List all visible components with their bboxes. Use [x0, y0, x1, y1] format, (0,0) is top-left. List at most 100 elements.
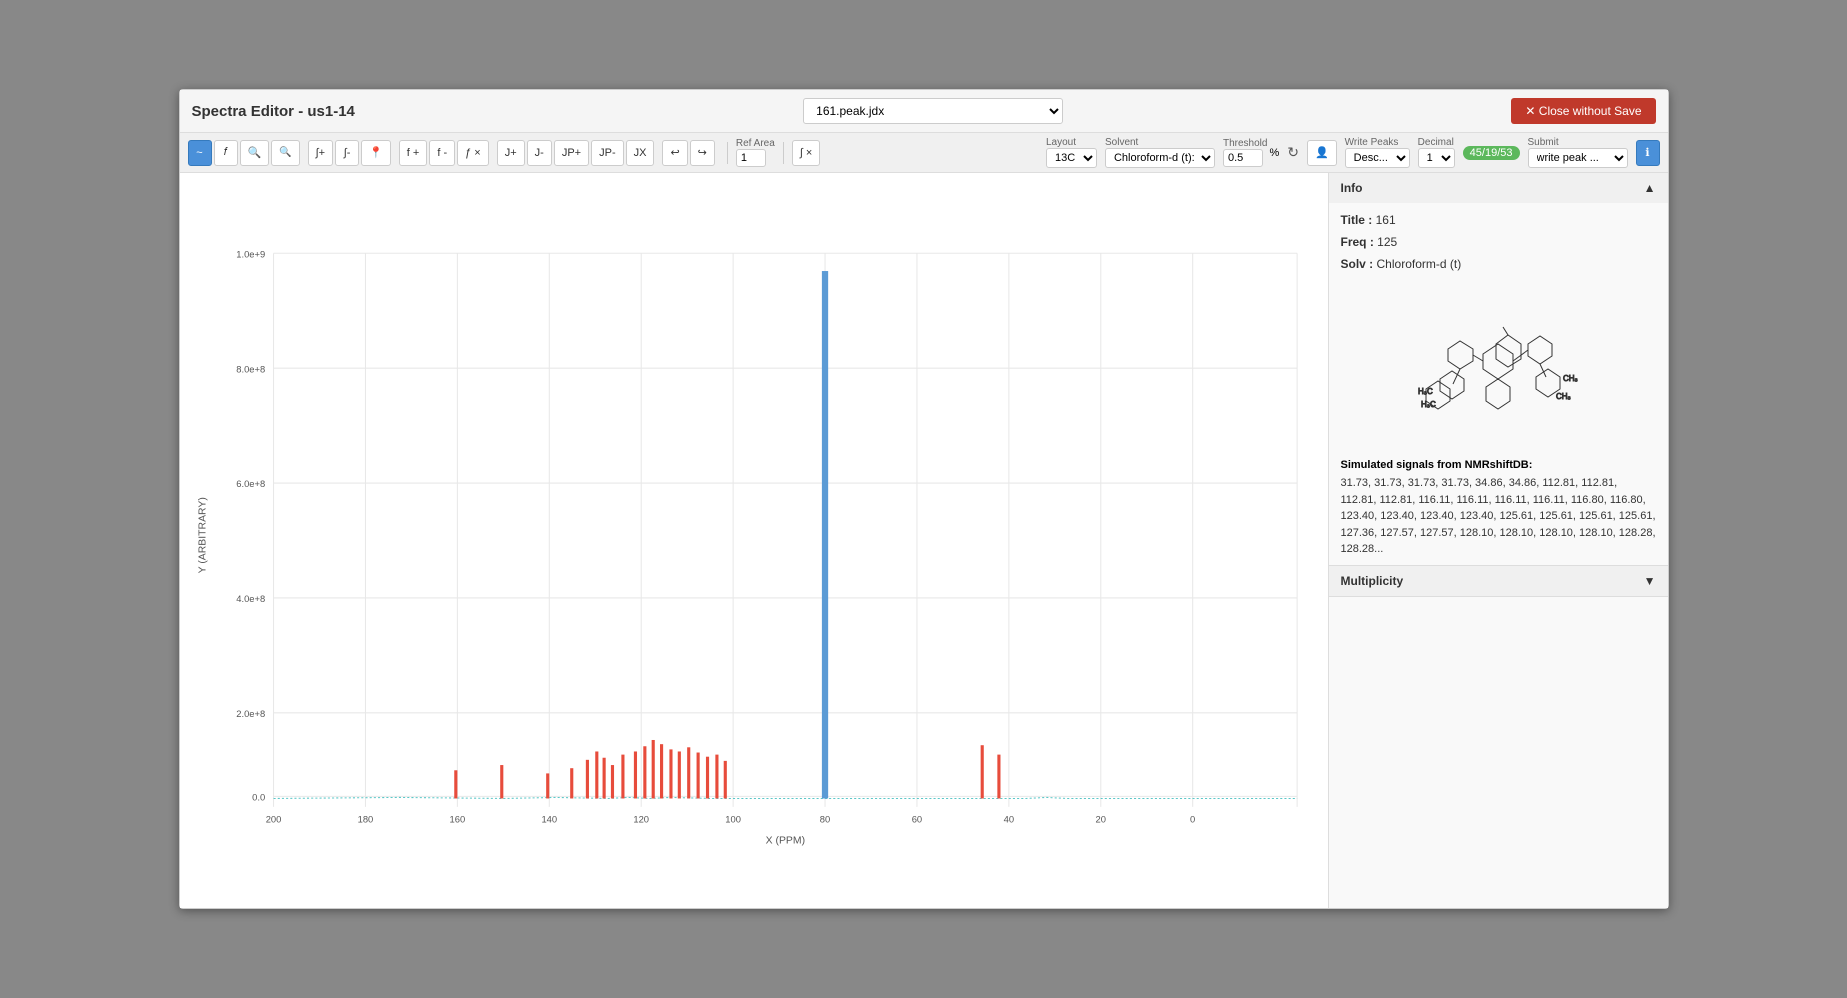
jp-minus-button[interactable]: JP-	[591, 140, 624, 166]
tool-group-main: ~ 𝑓 🔍 🔍	[188, 140, 300, 166]
chart-area[interactable]: 1.0e+9 8.0e+8 6.0e+8 4.0e+8 2.0e+8 0.0 2…	[180, 173, 1328, 908]
main-peak	[821, 271, 827, 798]
svg-text:CH₃: CH₃	[1563, 374, 1578, 383]
svg-text:140: 140	[541, 814, 557, 825]
info-section-header[interactable]: Info ▲	[1329, 173, 1668, 203]
svg-text:60: 60	[911, 814, 921, 825]
layout-label: Layout	[1046, 137, 1097, 148]
sep2	[783, 142, 784, 164]
decimal-label: Decimal	[1418, 137, 1455, 148]
svg-text:H₃C: H₃C	[1421, 400, 1436, 409]
write-peaks-label: Write Peaks	[1345, 137, 1410, 148]
window-title: Spectra Editor - us1-14	[192, 103, 355, 120]
user-button[interactable]: 👤	[1307, 140, 1337, 166]
solvent-group: Solvent Chloroform-d (t): 7...	[1105, 137, 1215, 168]
svg-text:0.0: 0.0	[252, 792, 265, 803]
zoom-out-button[interactable]: 🔍	[271, 140, 299, 166]
solv-label: Solv :	[1341, 257, 1377, 271]
threshold-input[interactable]	[1223, 149, 1263, 167]
write-peaks-select[interactable]: Desc...	[1345, 148, 1410, 168]
threshold-unit: %	[1269, 147, 1279, 159]
file-select-wrapper: 161.peak.jdx	[803, 98, 1063, 124]
threshold-group: Threshold %	[1223, 138, 1279, 167]
jp-plus-button[interactable]: JP+	[554, 140, 589, 166]
svg-text:6.0e+8: 6.0e+8	[236, 478, 265, 489]
sidebar: Info ▲ Title : 161 Freq : 125 Solv : Chl…	[1328, 173, 1668, 908]
f-integral-button[interactable]: ∫ ×	[792, 140, 821, 166]
svg-text:8.0e+8: 8.0e+8	[236, 363, 265, 374]
tool-group-f: f + f - ƒ ×	[399, 140, 489, 166]
title-label: Title :	[1341, 213, 1376, 227]
peak-count-badge: 45/19/53	[1463, 146, 1520, 160]
ref-area-group: Ref Area	[736, 138, 775, 167]
file-selector[interactable]: 161.peak.jdx	[803, 98, 1063, 124]
svg-text:200: 200	[265, 814, 281, 825]
nmr-signals-text: 31.73, 31.73, 31.73, 31.73, 34.86, 34.86…	[1341, 475, 1656, 555]
ref-area-label: Ref Area	[736, 138, 775, 149]
layout-group: Layout 13C	[1046, 137, 1097, 168]
decimal-select[interactable]: 1	[1418, 148, 1455, 168]
decimal-group: Decimal 1	[1418, 137, 1455, 168]
svg-text:Y (ARBITRARY): Y (ARBITRARY)	[197, 497, 208, 573]
f-plus-button[interactable]: f +	[399, 140, 428, 166]
multiplicity-section: Multiplicity ▼	[1329, 566, 1668, 597]
svg-text:20: 20	[1095, 814, 1105, 825]
svg-text:100: 100	[725, 814, 741, 825]
svg-text:4.0e+8: 4.0e+8	[236, 593, 265, 604]
svg-text:80: 80	[819, 814, 829, 825]
svg-text:40: 40	[1003, 814, 1013, 825]
submit-label: Submit	[1528, 137, 1628, 148]
undo-button[interactable]: ↩	[662, 140, 687, 166]
multiplicity-section-header[interactable]: Multiplicity ▼	[1329, 566, 1668, 596]
info-content: Title : 161 Freq : 125 Solv : Chloroform…	[1329, 203, 1668, 565]
nmr-signals-section: Simulated signals from NMRshiftDB: 31.73…	[1341, 459, 1656, 555]
svg-text:0: 0	[1190, 814, 1195, 825]
submit-select[interactable]: write peak ...	[1528, 148, 1628, 168]
refresh-button[interactable]: ↻	[1287, 144, 1299, 161]
svg-text:2.0e+8: 2.0e+8	[236, 708, 265, 719]
title-row: Title : 161	[1341, 213, 1656, 227]
solvent-select[interactable]: Chloroform-d (t): 7...	[1105, 148, 1215, 168]
integrate-minus-button[interactable]: ∫-	[335, 140, 359, 166]
toolbar-right: Layout 13C Solvent Chloroform-d (t): 7..…	[1046, 137, 1660, 168]
f-x-button[interactable]: ƒ ×	[457, 140, 489, 166]
jx-button[interactable]: JX	[626, 140, 655, 166]
layout-select[interactable]: 13C	[1046, 148, 1097, 168]
sep1	[727, 142, 728, 164]
solvent-label: Solvent	[1105, 137, 1215, 148]
threshold-label: Threshold	[1223, 138, 1267, 149]
redo-button[interactable]: ↪	[690, 140, 715, 166]
freq-row: Freq : 125	[1341, 235, 1656, 249]
autoscale-button[interactable]: ~	[188, 140, 212, 166]
ref-area-input[interactable]	[736, 149, 766, 167]
nmr-signals-header: Simulated signals from NMRshiftDB:	[1341, 459, 1656, 471]
write-peaks-group: Write Peaks Desc...	[1345, 137, 1410, 168]
spectra-chart[interactable]: 1.0e+9 8.0e+8 6.0e+8 4.0e+8 2.0e+8 0.0 2…	[190, 183, 1318, 898]
freq-label: Freq :	[1341, 235, 1378, 249]
j-plus-button[interactable]: J+	[497, 140, 525, 166]
content-area: 1.0e+9 8.0e+8 6.0e+8 4.0e+8 2.0e+8 0.0 2…	[180, 173, 1668, 908]
tool-group-integrate: ∫+ ∫- 📍	[308, 140, 391, 166]
main-window: Spectra Editor - us1-14 161.peak.jdx ✕ C…	[179, 89, 1669, 909]
multiplicity-collapse-icon: ▼	[1644, 574, 1656, 588]
svg-text:120: 120	[633, 814, 649, 825]
j-minus-button[interactable]: J-	[527, 140, 552, 166]
molecule-image: CH₃ CH₃ H₃C H₃C	[1341, 279, 1656, 459]
pin-button[interactable]: 📍	[361, 140, 391, 166]
solv-row: Solv : Chloroform-d (t)	[1341, 257, 1656, 271]
multiplicity-label: Multiplicity	[1341, 574, 1404, 588]
svg-text:1.0e+9: 1.0e+9	[236, 248, 265, 259]
info-header-label: Info	[1341, 181, 1363, 195]
close-without-save-button[interactable]: ✕ Close without Save	[1511, 98, 1655, 124]
f-minus-button[interactable]: f -	[429, 140, 455, 166]
info-section: Info ▲ Title : 161 Freq : 125 Solv : Chl…	[1329, 173, 1668, 566]
title-bar: Spectra Editor - us1-14 161.peak.jdx ✕ C…	[180, 90, 1668, 133]
peak-button[interactable]: 𝑓	[214, 140, 238, 166]
molecule-svg: CH₃ CH₃ H₃C H₃C	[1388, 289, 1608, 449]
freq-value: 125	[1377, 235, 1397, 249]
zoom-in-button[interactable]: 🔍	[240, 140, 270, 166]
submit-info-button[interactable]: ℹ	[1636, 140, 1660, 166]
svg-text:180: 180	[357, 814, 373, 825]
tool-group-j: J+ J- JP+ JP- JX	[497, 140, 655, 166]
integrate-plus-button[interactable]: ∫+	[308, 140, 333, 166]
